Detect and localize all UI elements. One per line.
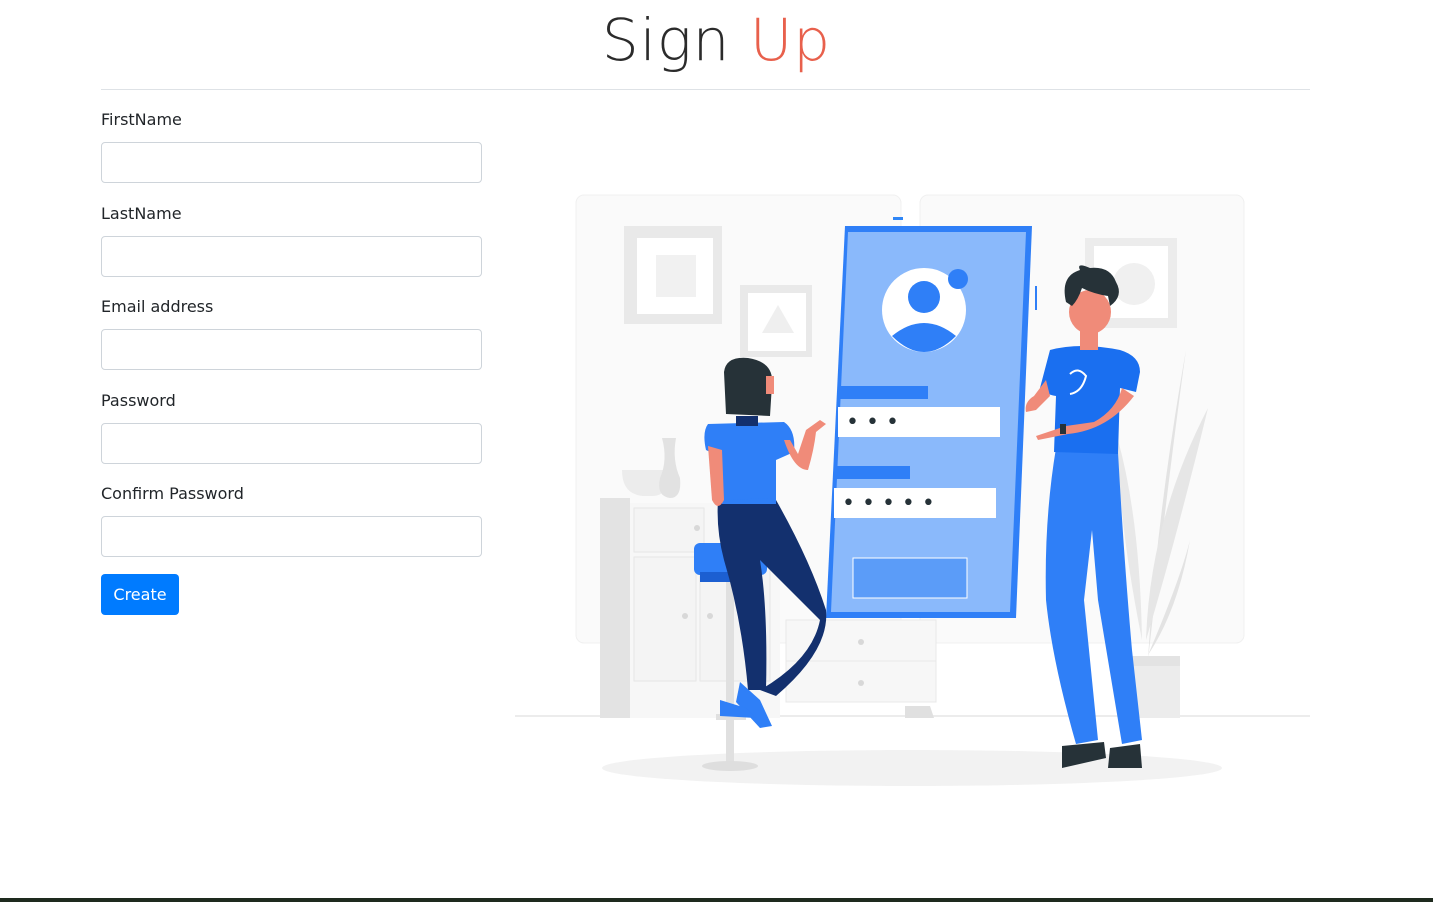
title-main: Sign [601,6,731,74]
firstname-input[interactable] [101,142,482,183]
drawer-unit [785,619,937,718]
picture-frame-triangle [740,285,812,357]
confirm-password-label: Confirm Password [101,484,244,503]
firstname-group: FirstName [101,110,482,204]
mock-password-mask-2: ••••• [842,491,942,516]
create-button[interactable]: Create [101,574,179,615]
mock-password-mask-1: ••• [846,410,906,435]
lastname-input[interactable] [101,235,482,277]
email-input[interactable] [101,329,482,370]
email-group: Email address [101,297,482,391]
email-label: Email address [101,297,214,316]
password-label: Password [101,390,176,410]
signup-page: Sign Up FirstName LastName Email address… [0,0,1433,902]
page-title: Sign Up [0,0,1433,80]
password-input[interactable] [101,422,482,464]
signup-illustration: ••• ••••• [515,194,1310,786]
firstname-label: FirstName [101,110,182,129]
lastname-label: LastName [101,203,182,223]
picture-frame-square [624,226,722,324]
signup-form: FirstName LastName Email address Passwor… [101,110,482,578]
title-accent: Up [749,6,832,74]
password-group: Password [101,391,482,485]
phone-screen: ••• ••••• [826,217,1037,618]
mock-button [852,557,968,599]
confirm-password-group: Confirm Password [101,484,482,578]
confirm-password-input[interactable] [101,516,482,557]
bottom-edge-strip [0,898,1433,902]
lastname-group: LastName [101,204,482,298]
header-divider [101,89,1310,90]
